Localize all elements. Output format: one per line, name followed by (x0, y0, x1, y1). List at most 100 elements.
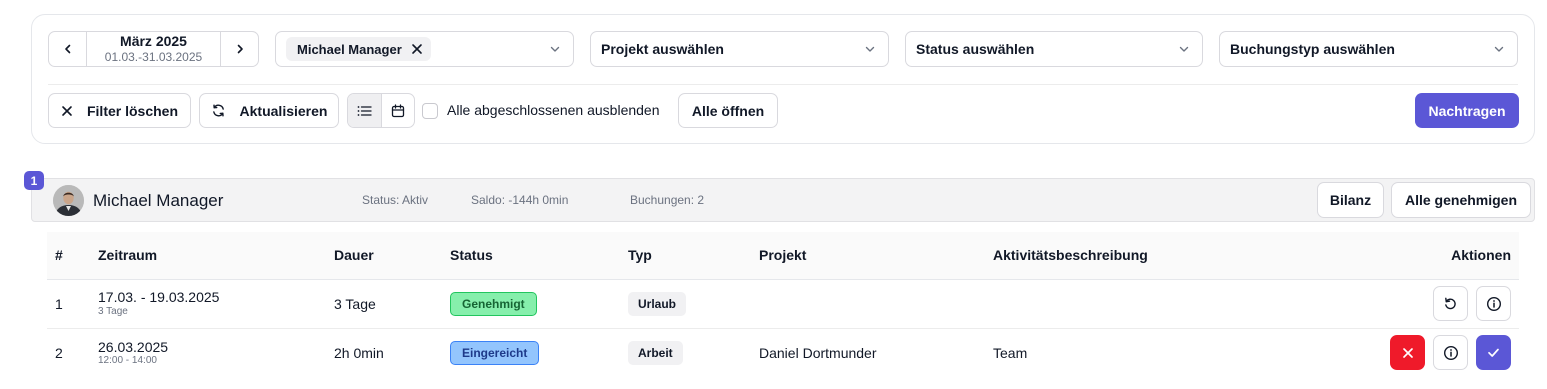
remove-chip-button[interactable] (411, 43, 423, 55)
status-badge: Eingereicht (450, 340, 540, 365)
refresh-button[interactable]: Aktualisieren (199, 93, 339, 128)
status-select-placeholder: Status auswählen (916, 41, 1035, 57)
booking-type-select[interactable]: Buchungstyp auswählen (1219, 31, 1518, 67)
add-entry-label: Nachtragen (1428, 102, 1506, 119)
row-zeitraum-main: 26.03.2025 (98, 338, 169, 355)
status-badge: Genehmigt (450, 291, 537, 316)
row-status: Eingereicht (450, 328, 628, 377)
close-icon (411, 44, 422, 54)
status-select[interactable]: Status auswählen (905, 31, 1203, 67)
row-zeitraum: 17.03. - 19.03.2025 3 Tage (98, 279, 334, 329)
list-icon (357, 105, 372, 116)
project-select-placeholder: Projekt auswählen (601, 41, 724, 57)
previous-month-button[interactable] (49, 32, 87, 66)
type-badge: Arbeit (628, 340, 683, 365)
row-typ: Arbeit (628, 328, 759, 377)
header-typ[interactable]: Typ (628, 232, 759, 280)
clear-filters-label: Filter löschen (86, 102, 179, 119)
calendar-icon (391, 103, 404, 117)
selected-user-chip: Michael Manager (286, 37, 431, 61)
group-index-badge: 1 (24, 171, 44, 190)
group-user-name: Michael Manager (93, 191, 224, 210)
group-saldo: Saldo: -144h 0min (471, 193, 569, 207)
type-badge: Urlaub (628, 291, 687, 316)
table-header-row: # Zeitraum Dauer Status Typ Projekt Akti… (47, 232, 1519, 280)
balance-label: Bilanz (1329, 192, 1372, 208)
table-row[interactable]: 1 17.03. - 19.03.2025 3 Tage 3 Tage Gene… (47, 279, 1519, 329)
group-status: Status: Aktiv (362, 193, 429, 207)
chevron-left-icon (64, 44, 70, 54)
month-title: März 2025 (120, 33, 187, 50)
refresh-icon (212, 104, 224, 117)
close-icon (62, 105, 72, 116)
header-projekt[interactable]: Projekt (759, 232, 993, 280)
header-num: # (47, 232, 98, 280)
clear-filters-button[interactable]: Filter löschen (48, 93, 191, 128)
view-toggle (347, 93, 415, 128)
header-aktivitaet[interactable]: Aktivitätsbeschreibung (993, 232, 1269, 280)
list-view-button[interactable] (348, 94, 382, 127)
header-dauer[interactable]: Dauer (334, 232, 450, 280)
month-display: März 2025 01.03.-31.03.2025 (87, 32, 220, 66)
row-zeitraum-sub: 3 Tage (98, 305, 128, 317)
bookings-table: # Zeitraum Dauer Status Typ Projekt Akti… (47, 232, 1519, 377)
chevron-down-icon (865, 46, 875, 52)
chevron-down-icon (550, 46, 560, 52)
header-zeitraum[interactable]: Zeitraum (98, 232, 334, 280)
chevron-right-icon (237, 44, 243, 54)
reject-button[interactable] (1390, 335, 1425, 371)
filter-divider (48, 84, 1518, 85)
header-aktionen: Aktionen (1269, 232, 1519, 280)
info-button[interactable] (1433, 335, 1468, 371)
approve-button[interactable] (1476, 335, 1511, 371)
row-zeitraum: 26.03.2025 12:00 - 14:00 (98, 328, 334, 377)
row-status: Genehmigt (450, 279, 628, 329)
revert-button[interactable] (1433, 286, 1468, 321)
open-all-button[interactable]: Alle öffnen (678, 93, 778, 128)
row-aktivitaet: Team (993, 344, 1028, 361)
row-actions (1269, 279, 1519, 329)
table-row[interactable]: 2 26.03.2025 12:00 - 14:00 2h 0min Einge… (47, 328, 1519, 377)
row-projekt (759, 279, 993, 329)
row-number: 1 (47, 279, 98, 329)
filter-panel: März 2025 01.03.-31.03.2025 Michael Mana… (31, 14, 1535, 144)
info-icon (1486, 296, 1501, 311)
month-range: 01.03.-31.03.2025 (104, 49, 203, 64)
info-icon (1443, 345, 1458, 360)
user-select-value: Michael Manager (286, 37, 549, 61)
check-icon (1488, 348, 1499, 358)
header-status[interactable]: Status (450, 232, 628, 280)
refresh-label: Aktualisieren (239, 102, 328, 119)
row-actions (1269, 328, 1519, 377)
row-zeitraum-main: 17.03. - 19.03.2025 (98, 289, 220, 306)
row-dauer: 3 Tage (334, 279, 450, 329)
avatar (53, 185, 84, 216)
approve-all-label: Alle genehmigen (1404, 192, 1518, 208)
calendar-view-button[interactable] (382, 94, 415, 127)
row-projekt: Daniel Dortmunder (759, 344, 877, 361)
row-zeitraum-sub: 12:00 - 14:00 (98, 354, 157, 366)
selected-user-chip-label: Michael Manager (297, 41, 402, 57)
next-month-button[interactable] (220, 32, 258, 66)
chevron-down-icon (1179, 46, 1189, 52)
row-aktivitaet (993, 279, 1269, 329)
user-select[interactable]: Michael Manager (275, 31, 574, 67)
hide-completed-label: Alle abgeschlossenen ausblenden (447, 102, 660, 118)
close-icon (1402, 347, 1413, 358)
user-group-header[interactable]: Michael Manager Status: Aktiv Saldo: -14… (31, 178, 1535, 222)
group-bookings-count: Buchungen: 2 (630, 193, 705, 207)
avatar-image (53, 185, 84, 216)
row-typ: Urlaub (628, 279, 759, 329)
row-number: 2 (55, 344, 63, 361)
open-all-label: Alle öffnen (691, 102, 765, 119)
project-select[interactable]: Projekt auswählen (590, 31, 889, 67)
add-entry-button[interactable]: Nachtragen (1415, 93, 1519, 128)
info-button[interactable] (1476, 286, 1511, 321)
balance-button[interactable]: Bilanz (1317, 182, 1384, 218)
approve-all-button[interactable]: Alle genehmigen (1391, 182, 1531, 218)
undo-icon (1445, 297, 1456, 310)
month-navigator: März 2025 01.03.-31.03.2025 (48, 31, 259, 67)
row-dauer: 2h 0min (334, 344, 384, 361)
booking-type-select-placeholder: Buchungstyp auswählen (1230, 41, 1395, 57)
hide-completed-checkbox[interactable] (422, 103, 438, 119)
